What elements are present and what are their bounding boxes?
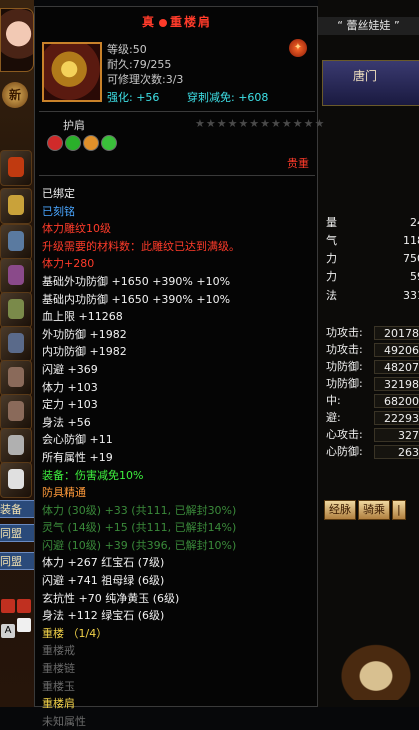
attribute-line: 基础内功防御 +1650 +390% +10% (42, 292, 231, 306)
equip-slot-ring-2[interactable] (0, 394, 32, 430)
new-badge[interactable]: 新 (2, 82, 28, 108)
item-pierce-reduction: 穿刺减免: +608 (187, 91, 269, 104)
equip-slot-weapon[interactable] (0, 150, 32, 186)
attribute-line: 定力 +103 (42, 398, 98, 412)
item-attributes: 已绑定已刻铭体力雕纹10级升级需要的材料数：此雕纹已达到满级。 体力+280 基础外… (42, 185, 314, 730)
item-title-name: 重楼肩 (170, 15, 213, 29)
attribute-line: 体力 +103 (42, 380, 98, 394)
tab-mount[interactable]: 骑乘 (358, 500, 390, 520)
title-dot-icon (159, 18, 167, 27)
attribute-line: 体力 +267 红宝石 (7级) (42, 556, 165, 570)
equip-slot-necklace[interactable] (0, 428, 32, 464)
emerald-gem-icon (101, 135, 117, 151)
attribute-line: 防具精通 (42, 486, 86, 500)
item-title: 真重楼肩 (35, 13, 319, 30)
stat-row: 法331 (326, 289, 419, 302)
attribute-line: 重楼玉 (42, 679, 75, 693)
stat-row: 功攻击: 20178 (326, 324, 419, 342)
attribute-line: 外功防御 +1982 (42, 327, 127, 341)
attribute-line: 会心防御 +11 (42, 433, 113, 447)
sidebar-label-alliance-2[interactable]: 同盟 (0, 552, 34, 570)
sect-label: 唐门 (353, 69, 378, 83)
attribute-line: 重楼 （1/4） (42, 626, 108, 640)
quick-icon-3[interactable]: A (1, 624, 15, 638)
attribute-line: 体力 (30级) +33 (共111, 已解封30%) (42, 503, 237, 517)
stat-row: 中: 68200 (326, 392, 419, 410)
attribute-line: 闪避 (10级) +39 (共396, 已解封10%) (42, 538, 237, 552)
attribute-line: 闪避 +741 祖母绿 (6级) (42, 574, 165, 588)
item-slot-type: 护肩 (63, 119, 85, 132)
attribute-line: 闪避 +369 (42, 362, 98, 376)
item-repairs: 可修理次数:3/3 (107, 73, 184, 86)
stat-row: 心攻击: 327 (326, 426, 419, 444)
equip-slot-charm[interactable] (0, 462, 32, 498)
green-gem-icon (65, 135, 81, 151)
left-sidebar: 新 装备 同盟 同盟 A (0, 0, 34, 707)
star-rating: ★★★★★★★★★★★★ (195, 117, 326, 130)
item-durability: 耐久:79/255 (107, 58, 172, 71)
attribute-line: 未知属性 (42, 714, 86, 728)
equip-slot-arm[interactable] (0, 224, 32, 260)
equip-slot-ring-1[interactable] (0, 360, 32, 396)
yellow-gem-icon (83, 135, 99, 151)
attribute-line: 身法 +56 (42, 415, 91, 429)
attribute-line: 内功防御 +1982 (42, 345, 127, 359)
item-level: 等级:50 (107, 43, 147, 56)
attribute-line: 体力+280 (42, 257, 95, 271)
attribute-line: 装备：伤害减免10% (42, 468, 144, 482)
red-gem-icon (47, 135, 63, 151)
attribute-line: 重楼链 (42, 662, 75, 676)
quick-icon-1[interactable] (1, 599, 15, 613)
sidebar-label-alliance[interactable]: 同盟 (0, 524, 34, 542)
stat-row: 功防御: 48207 (326, 358, 419, 376)
attribute-line: 重楼戒 (42, 644, 75, 658)
attribute-line: 已绑定 (42, 187, 75, 200)
tab-more[interactable]: | (392, 500, 406, 520)
equip-slot-helmet[interactable] (0, 292, 32, 328)
stat-row: 功防御: 32198 (326, 375, 419, 393)
stat-row: 气118 (326, 234, 419, 247)
equip-slot-boots[interactable] (0, 326, 32, 362)
attribute-line: 基础外功防御 +1650 +390% +10% (42, 274, 231, 288)
attribute-line: 体力雕纹10级 (42, 222, 111, 236)
sidebar-label-equip[interactable]: 装备 (0, 500, 34, 518)
item-enhance: 强化: +56 (107, 91, 160, 104)
scroll-decoration (336, 640, 416, 700)
character-name: “ 蕾丝娃娃 ” (318, 17, 419, 35)
stat-row: 心防御: 263 (326, 443, 419, 461)
stat-row: 避: 22293 (326, 409, 419, 427)
attribute-line: 玄抗性 +70 纯净黄玉 (6级) (42, 591, 180, 605)
item-title-prefix: 真 (141, 15, 156, 29)
gem-sockets (47, 135, 119, 154)
character-panel: “ 蕾丝娃娃 ” 唐门 量24 气118 力750 力59 法331 功攻击:2… (318, 0, 419, 707)
equip-slot-shoulder[interactable] (0, 188, 32, 224)
stat-row: 力59 (326, 270, 419, 283)
valuable-tag: 贵重 (287, 157, 309, 170)
attribute-line: 灵气 (14级) +15 (共111, 已解封14%) (42, 521, 237, 535)
tab-meridian[interactable]: 经脉 (324, 500, 356, 520)
quick-icons: A (0, 598, 34, 639)
attribute-line: 已刻铭 (42, 204, 75, 218)
equip-slot-armor[interactable] (0, 258, 32, 294)
stat-row: 功攻击: 49206 (326, 341, 419, 359)
divider (39, 111, 315, 112)
item-tooltip: 真重楼肩 ✦ 等级:50 耐久:79/255 可修理次数:3/3 强化: +56… (34, 6, 324, 728)
attribute-line: 所有属性 +19 (42, 450, 113, 464)
quick-icon-4[interactable] (17, 618, 31, 632)
divider (39, 175, 315, 176)
stat-row: 力750 (326, 252, 419, 265)
panel-tabs: 经脉 骑乘 | (324, 500, 408, 520)
quick-icon-2[interactable] (17, 599, 31, 613)
attribute-line: 重楼肩 (42, 697, 75, 711)
sect-banner: 唐门 (322, 60, 419, 106)
attribute-line: 身法 +112 绿宝石 (6级) (42, 609, 165, 623)
flame-icon: ✦ (289, 39, 307, 57)
player-avatar[interactable] (0, 8, 34, 72)
stat-row: 量24 (326, 216, 419, 229)
attribute-line: 升级需要的材料数：此雕纹已达到满级。 (42, 239, 240, 253)
shoulder-item-icon (42, 42, 102, 102)
attribute-line: 血上限 +11268 (42, 310, 123, 324)
